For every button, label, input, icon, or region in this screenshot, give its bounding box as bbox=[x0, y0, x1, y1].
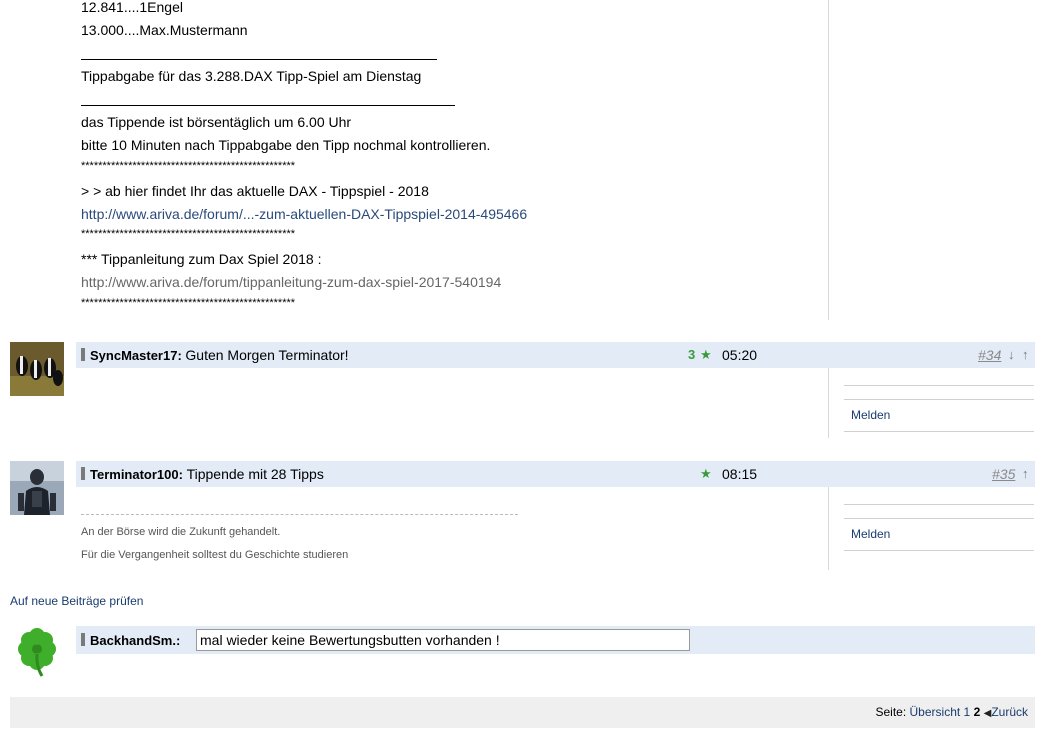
post-line: 13.000....Max.Mustermann bbox=[81, 22, 248, 38]
page-label: Seite: bbox=[875, 705, 907, 719]
reply-author: BackhandSm.: bbox=[90, 633, 181, 648]
signature-divider bbox=[81, 514, 518, 515]
back-link[interactable]: Zurück bbox=[991, 705, 1028, 719]
reply-bar: BackhandSm.: bbox=[76, 626, 1035, 654]
author-name[interactable]: Terminator100: bbox=[90, 467, 183, 482]
tippanleitung-link[interactable]: http://www.ariva.de/forum/tippanleitung-… bbox=[81, 273, 501, 291]
post-number-link[interactable]: #35 bbox=[992, 466, 1015, 482]
avatar[interactable] bbox=[10, 461, 64, 515]
reply-input[interactable] bbox=[196, 629, 690, 651]
signature-line: An der Börse wird die Zukunft gehandelt. bbox=[81, 526, 281, 538]
post-line: > > ab hier findet Ihr das aktuelle DAX … bbox=[81, 183, 429, 199]
overview-link[interactable]: Übersicht bbox=[910, 705, 961, 719]
post-header: Terminator100: Tippende mit 28 Tipps ★ 0… bbox=[76, 461, 1035, 487]
post-line: bitte 10 Minuten nach Tippabgabe den Tip… bbox=[81, 137, 491, 153]
arrow-up-icon[interactable]: ↑ bbox=[1022, 466, 1029, 481]
post-author[interactable]: SyncMaster17: Guten Morgen Terminator! bbox=[90, 347, 349, 363]
check-new-posts-link[interactable]: Auf neue Beiträge prüfen bbox=[10, 594, 143, 608]
post-line: 12.841....1Engel bbox=[81, 0, 183, 15]
star-separator: ****************************************… bbox=[81, 228, 296, 240]
rating-count: 3 bbox=[688, 347, 696, 362]
arrow-up-icon[interactable]: ↑ bbox=[1022, 347, 1029, 362]
star-separator: ****************************************… bbox=[81, 297, 296, 309]
column-divider bbox=[828, 487, 829, 570]
divider bbox=[81, 59, 437, 60]
report-link[interactable]: Melden bbox=[851, 408, 890, 422]
avatar[interactable] bbox=[10, 342, 64, 396]
signature-line: Für die Vergangenheit solltest du Geschi… bbox=[81, 549, 349, 561]
clover-icon bbox=[10, 624, 64, 678]
divider bbox=[844, 518, 1034, 519]
post-number-link[interactable]: #34 bbox=[978, 347, 1001, 363]
column-divider bbox=[828, 368, 829, 438]
divider bbox=[844, 550, 1034, 551]
post-line: Tippabgabe für das 3.288.DAX Tipp-Spiel … bbox=[81, 68, 422, 84]
post-line: *** Tippanleitung zum Dax Spiel 2018 : bbox=[81, 251, 322, 267]
page-1-link[interactable]: 1 bbox=[964, 705, 971, 719]
star-icon[interactable]: ★ bbox=[700, 466, 712, 482]
divider bbox=[844, 399, 1034, 400]
arrow-down-icon[interactable]: ↓ bbox=[1008, 347, 1015, 362]
post-time: 08:15 bbox=[722, 466, 758, 482]
post-time: 05:20 bbox=[722, 347, 758, 363]
divider bbox=[844, 385, 1034, 386]
dax-tippspiel-link[interactable]: http://www.ariva.de/forum/...-zum-aktuel… bbox=[81, 205, 527, 223]
column-divider bbox=[828, 0, 829, 320]
pagination: Seite: Übersicht 1 2 ◀Zurück bbox=[875, 705, 1028, 719]
post-line: das Tippende ist börsentäglich um 6.00 U… bbox=[81, 114, 352, 130]
post-title: Guten Morgen Terminator! bbox=[185, 347, 349, 363]
divider bbox=[844, 431, 1034, 432]
pagination-bar: Seite: Übersicht 1 2 ◀Zurück bbox=[10, 697, 1035, 728]
divider bbox=[81, 105, 455, 106]
divider bbox=[844, 504, 1034, 505]
post-marker bbox=[81, 633, 85, 646]
author-name[interactable]: SyncMaster17: bbox=[90, 348, 182, 363]
post-marker bbox=[81, 467, 85, 480]
report-link[interactable]: Melden bbox=[851, 527, 890, 541]
star-separator: ****************************************… bbox=[81, 160, 296, 172]
current-page: 2 bbox=[973, 705, 981, 719]
post-header: SyncMaster17: Guten Morgen Terminator! 3… bbox=[76, 342, 1035, 368]
post-author[interactable]: Terminator100: Tippende mit 28 Tipps bbox=[90, 466, 324, 482]
post-title: Tippende mit 28 Tipps bbox=[186, 466, 324, 482]
star-icon[interactable]: ★ bbox=[700, 347, 712, 363]
post-marker bbox=[81, 348, 85, 361]
